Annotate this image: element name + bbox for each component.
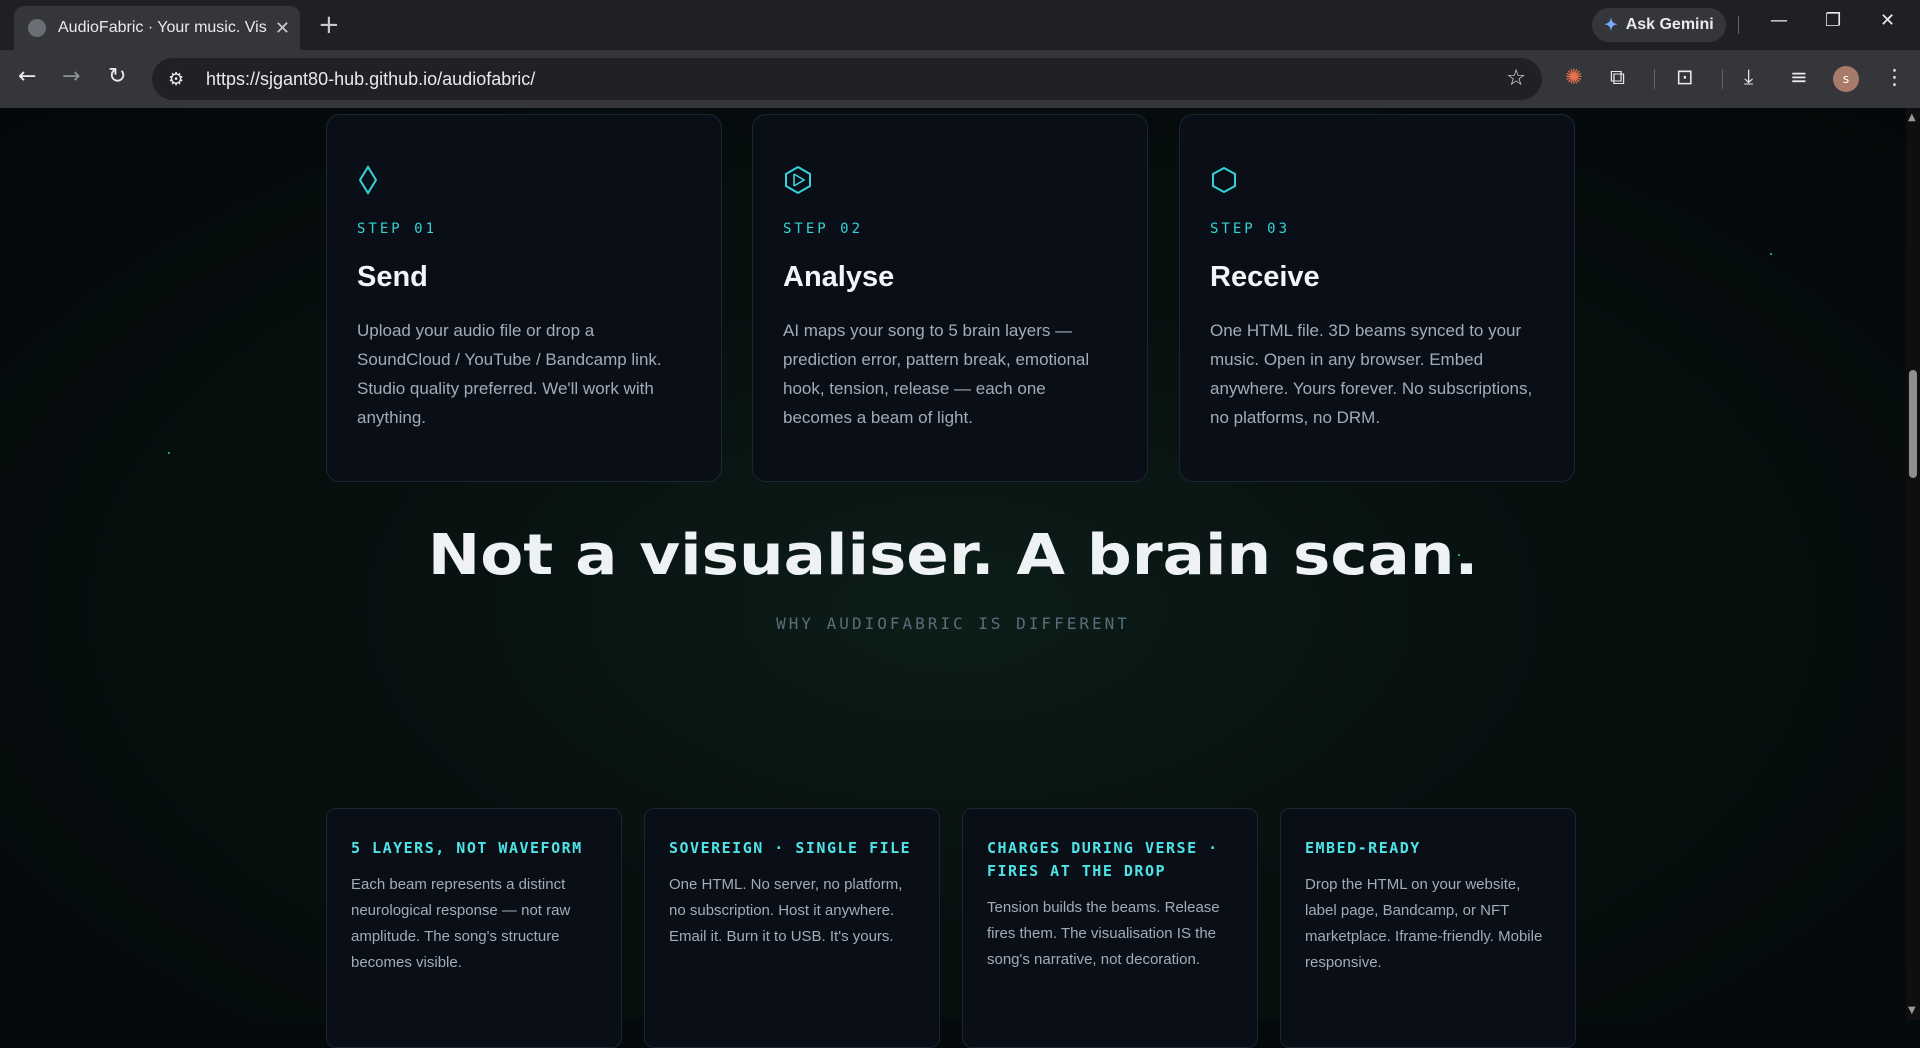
puzzle-extensions-icon[interactable]: ⧉ xyxy=(1610,65,1625,90)
menu-kebab-icon[interactable]: ⋮ xyxy=(1884,65,1905,89)
step-card-receive: STEP 03 Receive One HTML file. 3D beams … xyxy=(1179,114,1575,482)
star-particle xyxy=(168,452,170,454)
forward-icon[interactable]: → xyxy=(62,64,80,89)
close-tab-icon[interactable]: ✕ xyxy=(275,18,290,39)
step-label: STEP 02 xyxy=(783,221,864,237)
site-settings-icon[interactable]: ⚙ xyxy=(168,69,196,90)
feature-description: Drop the HTML on your website, label pag… xyxy=(1305,876,1543,971)
url-text[interactable]: https://sjgant80-hub.github.io/audiofabr… xyxy=(206,69,535,90)
reload-icon[interactable]: ↻ xyxy=(108,64,126,89)
divider xyxy=(1654,69,1655,89)
restore-icon[interactable]: ❐ xyxy=(1825,10,1841,31)
step-label: STEP 01 xyxy=(357,221,438,237)
feature-title: 5 LAYERS, NOT WAVEFORM xyxy=(351,839,583,857)
download-icon[interactable]: ⤓ xyxy=(1744,65,1753,90)
step-title: Send xyxy=(357,261,428,293)
scroll-down-icon[interactable]: ▼ xyxy=(1908,1005,1916,1016)
section-subheading: WHY AUDIOFABRIC IS DIFFERENT xyxy=(776,614,1130,633)
divider xyxy=(1722,69,1723,89)
browser-tab[interactable]: AudioFabric · Your music. Visual ✕ xyxy=(14,6,300,50)
step-title: Receive xyxy=(1210,261,1320,293)
star-particle xyxy=(1770,253,1772,255)
step-description: One HTML file. 3D beams synced to your m… xyxy=(1210,321,1533,427)
feature-description: One HTML. No server, no platform, no sub… xyxy=(669,876,903,945)
media-control-icon[interactable]: ≡ xyxy=(1790,65,1808,89)
scroll-up-icon[interactable]: ▲ xyxy=(1908,112,1916,123)
bookmark-star-icon[interactable]: ☆ xyxy=(1506,66,1526,91)
feature-title: SOVEREIGN · SINGLE FILE xyxy=(669,839,912,857)
step-label: STEP 03 xyxy=(1210,221,1291,237)
gemini-sparkle-icon: ✦ xyxy=(1604,17,1618,34)
tab-bar: AudioFabric · Your music. Visual ✕ + ✦ A… xyxy=(0,0,1920,50)
feature-title: EMBED-READY xyxy=(1305,839,1421,857)
page-scrollbar[interactable]: ▲ ▼ xyxy=(1906,108,1920,1020)
feature-card: 5 LAYERS, NOT WAVEFORM Each beam represe… xyxy=(326,808,622,1048)
step-description: Upload your audio file or drop a SoundCl… xyxy=(357,321,662,427)
step-card-send: STEP 01 Send Upload your audio file or d… xyxy=(326,114,722,482)
ask-gemini-label: Ask Gemini xyxy=(1625,16,1714,33)
extension-icon[interactable]: ✺ xyxy=(1565,65,1583,89)
minimize-icon[interactable]: — xyxy=(1770,10,1788,31)
close-window-icon[interactable]: ✕ xyxy=(1880,10,1895,31)
tab-title: AudioFabric · Your music. Visual xyxy=(58,19,267,36)
tab-search-icon[interactable]: ⊡ xyxy=(1676,65,1694,89)
ask-gemini-button[interactable]: ✦ Ask Gemini xyxy=(1592,8,1726,42)
section-headline: Not a visualiser. A brain scan. xyxy=(427,523,1479,588)
feature-card: EMBED-READY Drop the HTML on your websit… xyxy=(1280,808,1576,1048)
feature-card: SOVEREIGN · SINGLE FILE One HTML. No ser… xyxy=(644,808,940,1048)
hexagon-play-icon xyxy=(783,165,1117,195)
feature-description: Tension builds the beams. Release fires … xyxy=(987,899,1220,968)
diamond-icon xyxy=(357,165,691,195)
feature-title: CHARGES DURING VERSE · FIRES AT THE DROP xyxy=(987,839,1219,880)
new-tab-icon[interactable]: + xyxy=(318,10,340,40)
scrollbar-thumb[interactable] xyxy=(1909,370,1917,478)
step-title: Analyse xyxy=(783,261,895,293)
step-description: AI maps your song to 5 brain layers — pr… xyxy=(783,321,1090,427)
feature-card: CHARGES DURING VERSE · FIRES AT THE DROP… xyxy=(962,808,1258,1048)
divider xyxy=(1738,16,1739,34)
address-bar[interactable]: ⚙ https://sjgant80-hub.github.io/audiofa… xyxy=(152,58,1542,100)
feature-description: Each beam represents a distinct neurolog… xyxy=(351,876,571,971)
hexagon-icon xyxy=(1210,165,1544,195)
globe-icon xyxy=(28,19,46,37)
step-card-analyse: STEP 02 Analyse AI maps your song to 5 b… xyxy=(752,114,1148,482)
browser-toolbar: ← → ↻ ⚙ https://sjgant80-hub.github.io/a… xyxy=(0,50,1920,108)
avatar[interactable]: s xyxy=(1833,66,1859,92)
back-icon[interactable]: ← xyxy=(18,64,36,89)
